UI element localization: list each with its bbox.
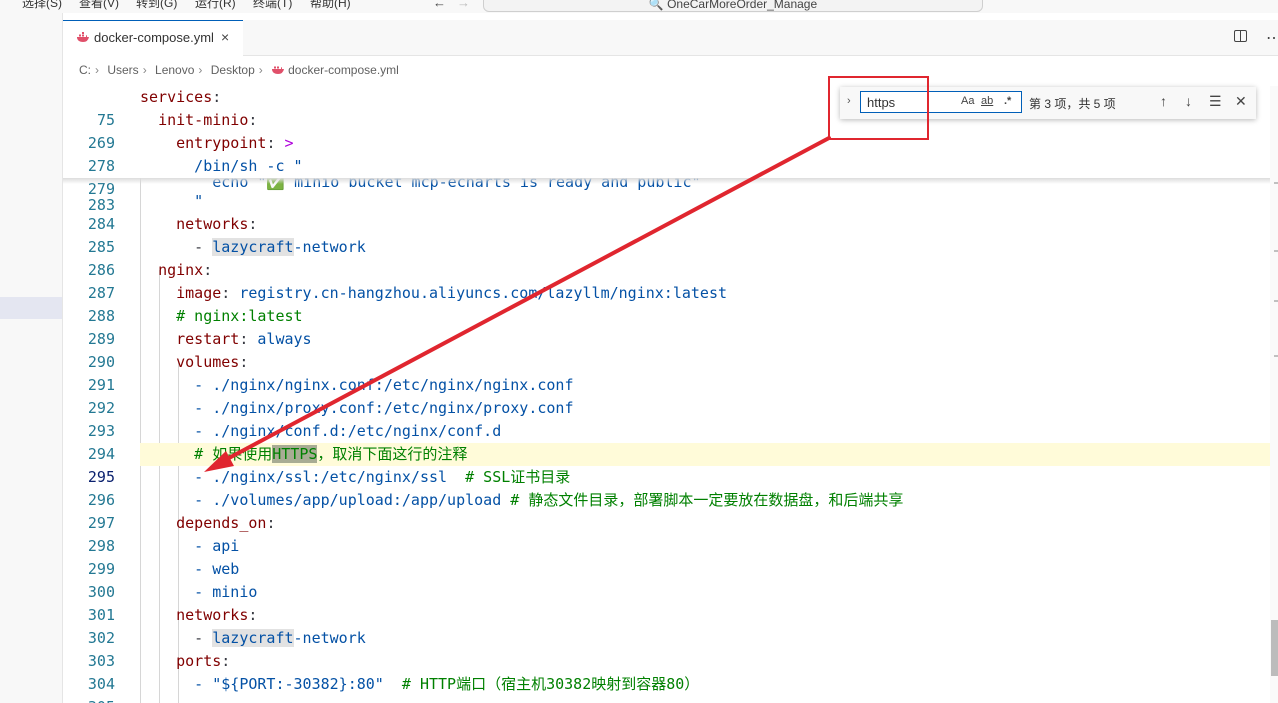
annotation-arrow — [204, 136, 831, 472]
